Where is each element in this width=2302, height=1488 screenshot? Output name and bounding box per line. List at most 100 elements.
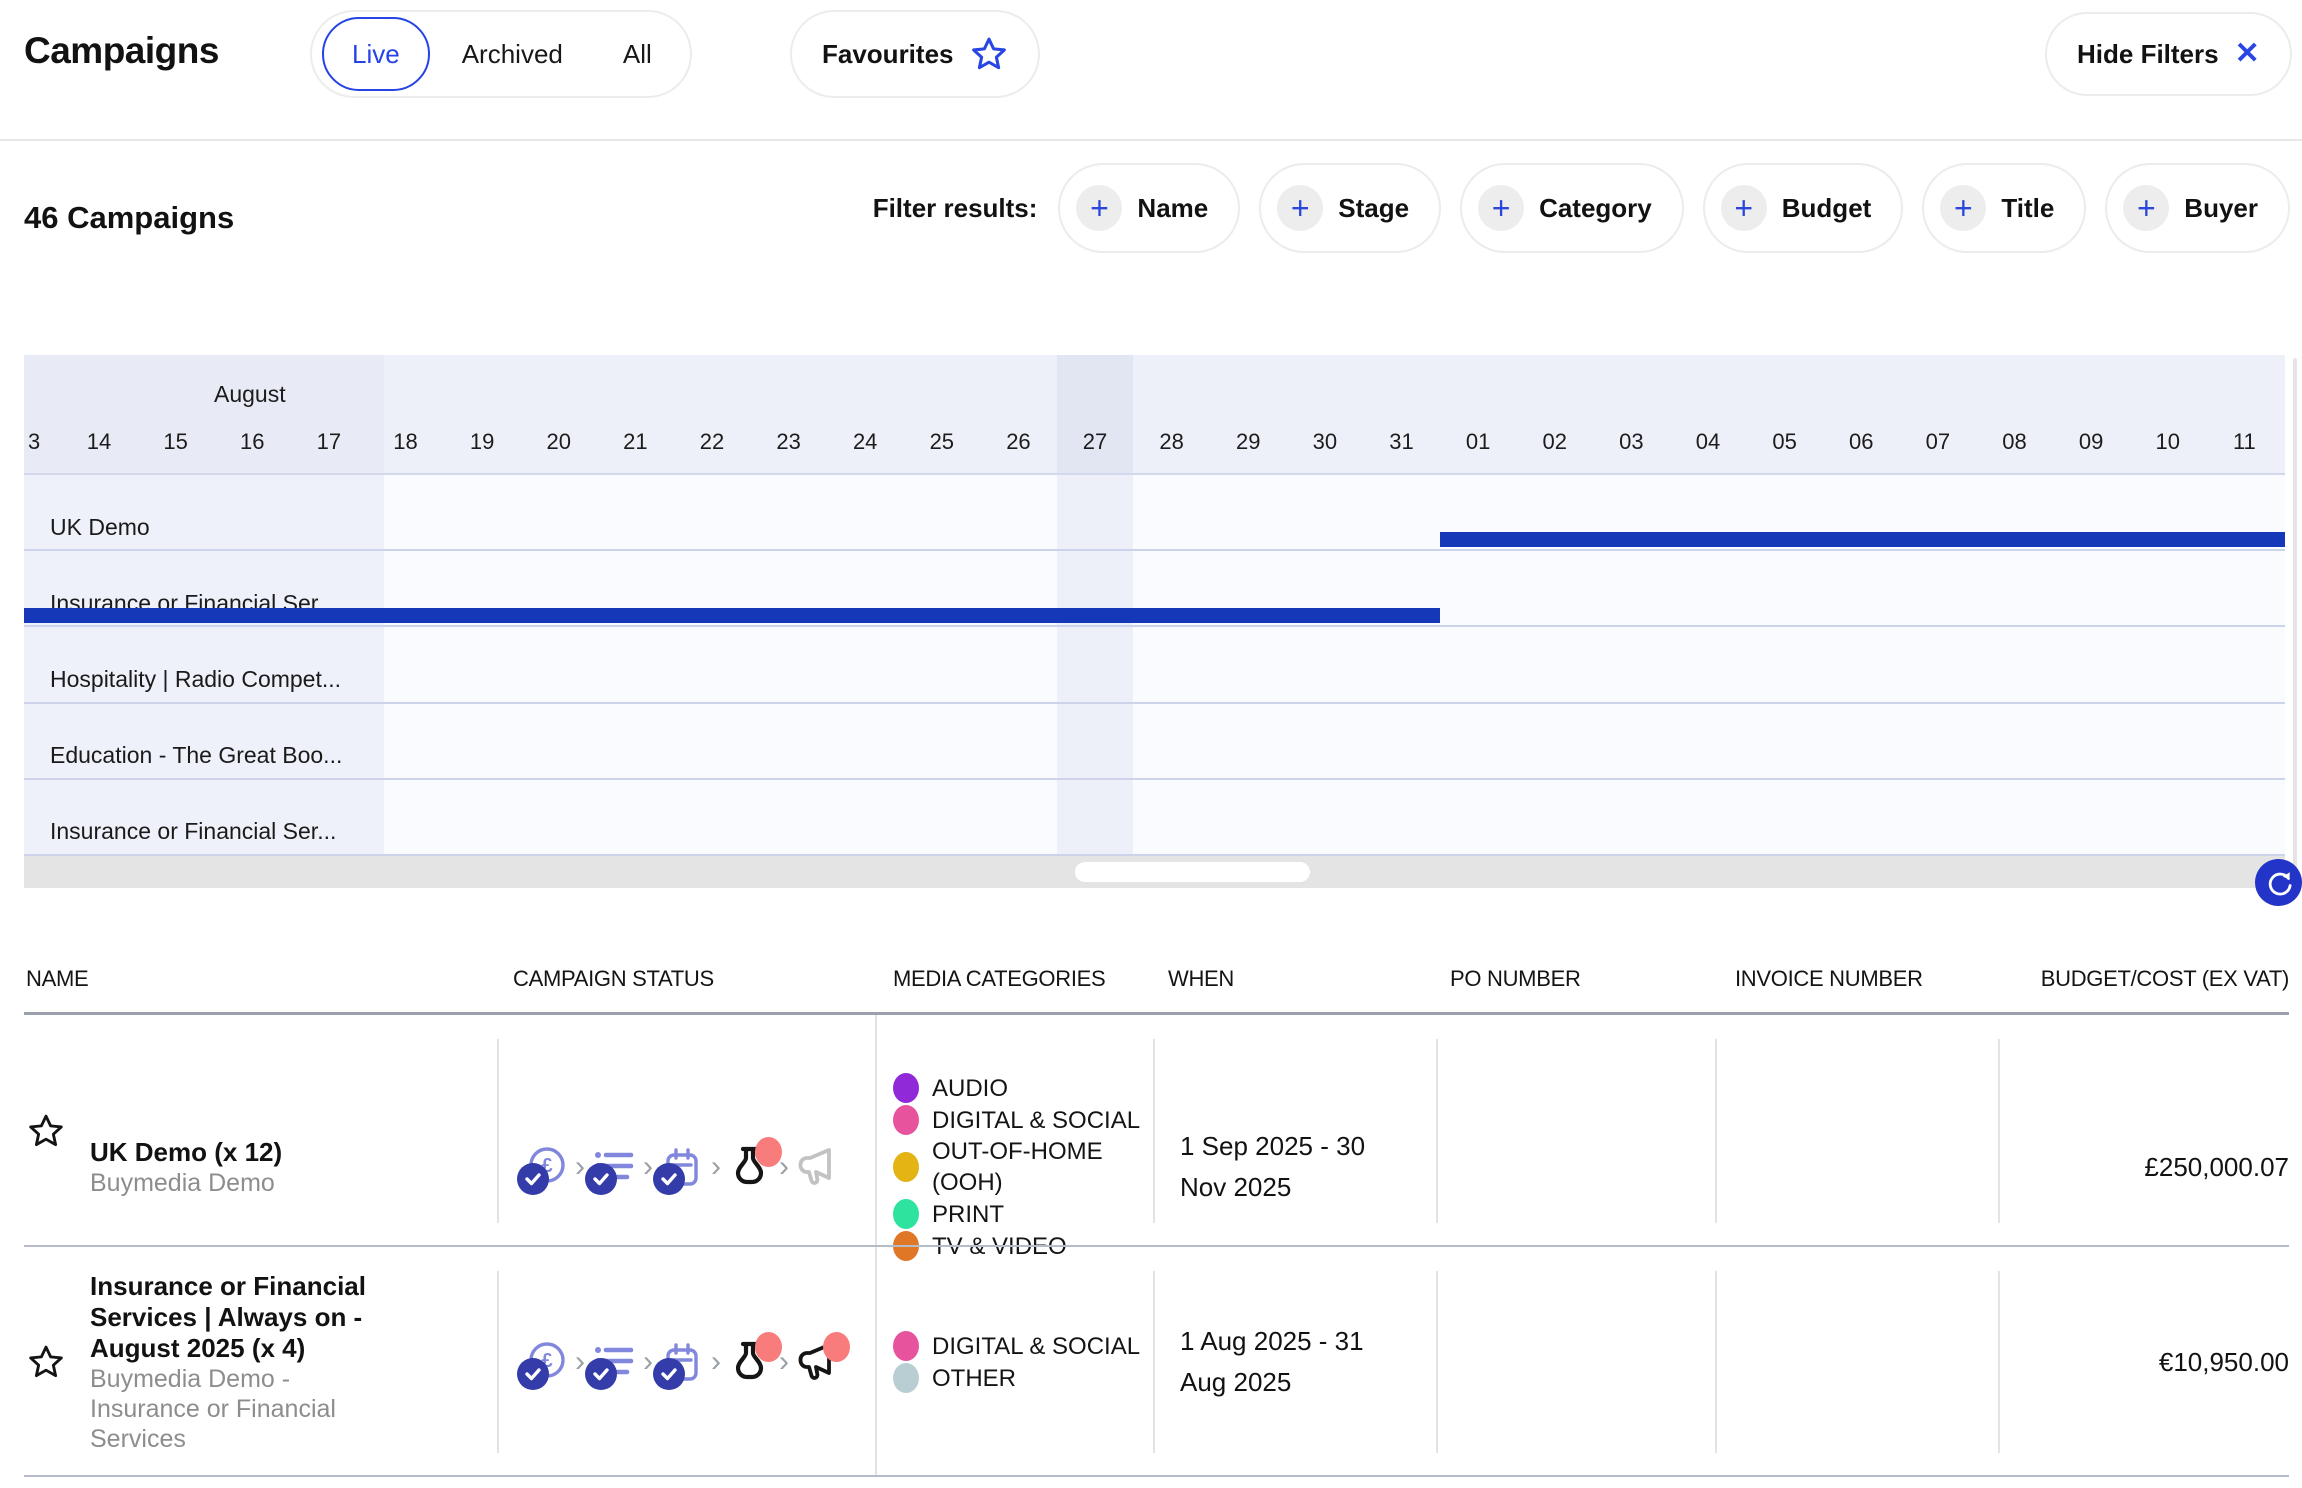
filter-results-label: Filter results: <box>873 193 1038 224</box>
status-step-calendar-icon[interactable] <box>658 1336 706 1388</box>
favourites-button[interactable]: Favourites <box>790 10 1040 98</box>
check-badge-icon <box>653 1358 685 1390</box>
gantt-day-tick: 19 <box>470 429 494 455</box>
check-badge-icon <box>585 1163 617 1195</box>
column-separator <box>1153 1271 1155 1453</box>
column-separator <box>1715 1271 1717 1453</box>
status-step-currency-coin-icon[interactable]: £ <box>522 1141 570 1193</box>
favourite-star-button[interactable] <box>27 1112 65 1150</box>
refresh-icon <box>2265 869 2293 897</box>
when-line: Aug 2025 <box>1180 1362 1420 1403</box>
invoice-number-cell <box>1735 1015 1965 1247</box>
gantt-label-column-header <box>24 355 384 475</box>
alert-dot-icon <box>823 1332 850 1362</box>
budget-value: £250,000.07 <box>2144 1152 2289 1183</box>
column-separator <box>1436 1271 1438 1453</box>
gantt-row-label[interactable]: Insurance or Financial Ser... <box>50 565 336 641</box>
chevron-right-icon: › <box>643 1347 653 1377</box>
column-separator <box>1436 1039 1438 1223</box>
po-number-cell <box>1450 1247 1680 1477</box>
gantt-day-tick: 25 <box>930 429 954 455</box>
vertical-scrollbar[interactable] <box>2293 358 2297 888</box>
hide-filters-label: Hide Filters <box>2077 39 2219 70</box>
gantt-day-tick: 05 <box>1772 429 1796 455</box>
refresh-button[interactable] <box>2255 859 2302 906</box>
gantt-day-tick: 16 <box>240 429 264 455</box>
close-icon: ✕ <box>2235 39 2260 69</box>
chevron-right-icon: › <box>575 1152 585 1182</box>
gantt-day-tick: 06 <box>1849 429 1873 455</box>
status-step-currency-coin-icon[interactable]: £ <box>522 1336 570 1388</box>
gantt-day-tick: 02 <box>1543 429 1567 455</box>
filter-pill-budget[interactable]: +Budget <box>1703 163 1904 253</box>
hide-filters-button[interactable]: Hide Filters ✕ <box>2045 12 2292 96</box>
status-step-task-list-icon[interactable] <box>590 1336 638 1388</box>
media-category: AUDIO <box>893 1072 1151 1104</box>
status-step-megaphone-icon[interactable] <box>794 1141 842 1193</box>
category-dot-icon <box>893 1152 919 1182</box>
filter-pill-title[interactable]: +Title <box>1922 163 2086 253</box>
filter-pill-buyer[interactable]: +Buyer <box>2105 163 2290 253</box>
filter-pill-name[interactable]: +Name <box>1058 163 1240 253</box>
status-tab-group: LiveArchivedAll <box>310 10 692 98</box>
plus-icon: + <box>2123 185 2169 231</box>
campaign-name-cell[interactable]: Insurance or FinancialServices | Always … <box>90 1247 485 1477</box>
column-separator <box>1715 1039 1717 1223</box>
gantt-row-label[interactable]: UK Demo <box>50 489 150 565</box>
plus-icon: + <box>1478 185 1524 231</box>
favourites-label: Favourites <box>822 39 954 70</box>
filter-results-bar: Filter results: +Name+Stage+Category+Bud… <box>873 162 2290 254</box>
gantt-bar[interactable] <box>24 608 1440 623</box>
gantt-row-label[interactable]: Education - The Great Boo... <box>50 718 342 794</box>
column-separator <box>1153 1039 1155 1223</box>
gantt-row-divider <box>24 702 2285 704</box>
gantt-day-tick: 07 <box>1926 429 1950 455</box>
column-header: CAMPAIGN STATUS <box>513 966 714 992</box>
topbar-divider <box>0 139 2302 141</box>
star-icon <box>970 35 1008 73</box>
media-category: DIGITAL & SOCIAL <box>893 1104 1151 1136</box>
favourite-star-button[interactable] <box>27 1343 65 1381</box>
status-step-calendar-icon[interactable] <box>658 1141 706 1193</box>
category-dot-icon <box>893 1363 919 1393</box>
chevron-right-icon: › <box>643 1152 653 1182</box>
plus-icon: + <box>1721 185 1767 231</box>
column-separator <box>497 1039 499 1223</box>
media-category: DIGITAL & SOCIAL <box>893 1330 1151 1362</box>
tab-live[interactable]: Live <box>322 17 430 91</box>
column-header: PO NUMBER <box>1450 966 1581 992</box>
gantt-bar[interactable] <box>1440 532 2285 547</box>
alert-dot-icon <box>755 1137 782 1167</box>
status-step-flask-icon[interactable] <box>726 1141 774 1193</box>
tab-all[interactable]: All <box>595 17 680 91</box>
table-row[interactable]: UK Demo (x 12)Buymedia Demo£››››AUDIODIG… <box>0 1015 2302 1247</box>
status-step-megaphone-icon[interactable] <box>794 1336 842 1388</box>
gantt-day-tick: 30 <box>1313 429 1337 455</box>
campaign-name: Insurance or Financial <box>90 1271 485 1302</box>
status-step-task-list-icon[interactable] <box>590 1141 638 1193</box>
table-row[interactable]: Insurance or FinancialServices | Always … <box>0 1247 2302 1477</box>
check-badge-icon <box>517 1358 549 1390</box>
budget-cell: €10,950.00 <box>1998 1247 2289 1477</box>
campaign-owner: Services <box>90 1424 485 1454</box>
gantt-row-label[interactable]: Hospitality | Radio Compet... <box>50 641 341 717</box>
gantt-day-tick: 27 <box>1083 429 1107 455</box>
category-dot-icon <box>893 1199 919 1229</box>
filter-pill-category[interactable]: +Category <box>1460 163 1684 253</box>
tab-archived[interactable]: Archived <box>434 17 591 91</box>
filter-pill-stage[interactable]: +Stage <box>1259 163 1441 253</box>
plus-icon: + <box>1076 185 1122 231</box>
gantt-day-tick: 29 <box>1236 429 1260 455</box>
gantt-day-tick: 10 <box>2155 429 2179 455</box>
chevron-right-icon: › <box>711 1152 721 1182</box>
status-step-flask-icon[interactable] <box>726 1336 774 1388</box>
gantt-day-tick: 21 <box>623 429 647 455</box>
plus-icon: + <box>1277 185 1323 231</box>
check-badge-icon <box>517 1163 549 1195</box>
chevron-right-icon: › <box>575 1347 585 1377</box>
gantt-scrollbar-thumb[interactable] <box>1075 862 1310 882</box>
budget-value: €10,950.00 <box>2159 1347 2289 1378</box>
plus-icon: + <box>1940 185 1986 231</box>
column-header: NAME <box>26 966 88 992</box>
category-dot-icon <box>893 1073 919 1103</box>
